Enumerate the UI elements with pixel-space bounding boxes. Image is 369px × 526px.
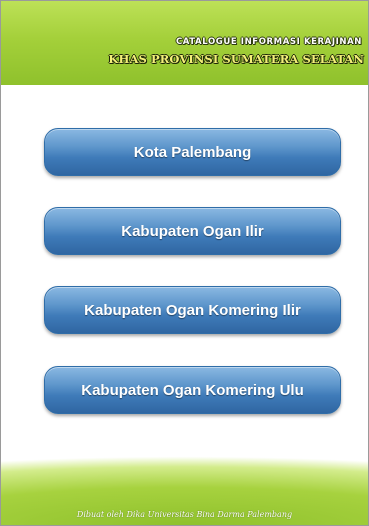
kabupaten-ogan-komering-ilir-button[interactable]: Kabupaten Ogan Komering Ilir [44, 286, 341, 334]
header-title: KHAS PROVINSI SUMATERA SELATAN [108, 52, 364, 66]
footer-banner: Dibuat oleh Dika Universitas Bina Darma … [1, 449, 368, 525]
kabupaten-ogan-ilir-button[interactable]: Kabupaten Ogan Ilir [44, 207, 341, 255]
app-window: CATALOGUE INFORMASI KERAJINAN KHAS PROVI… [0, 0, 369, 526]
kota-palembang-button[interactable]: Kota Palembang [44, 128, 341, 176]
kabupaten-ogan-komering-ulu-button[interactable]: Kabupaten Ogan Komering Ulu [44, 366, 341, 414]
footer-credit: Dibuat oleh Dika Universitas Bina Darma … [76, 510, 293, 519]
header-banner: CATALOGUE INFORMASI KERAJINAN KHAS PROVI… [1, 1, 368, 85]
header-subtitle: CATALOGUE INFORMASI KERAJINAN [175, 37, 362, 47]
